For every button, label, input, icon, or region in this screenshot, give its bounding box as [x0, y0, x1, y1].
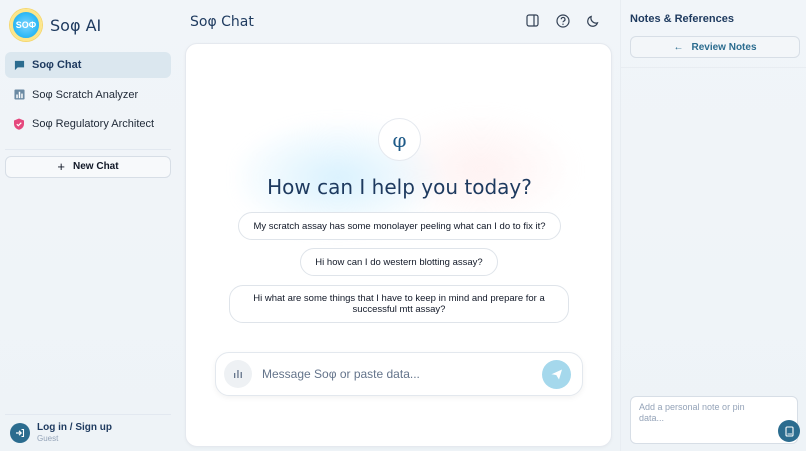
login-button[interactable]: Log in / Sign up Guest	[5, 414, 171, 451]
sidebar-item-label: Soφ Regulatory Architect	[32, 118, 155, 130]
greeting-heading: How can I help you today?	[267, 175, 532, 199]
send-icon	[550, 369, 562, 379]
send-button[interactable]	[542, 359, 571, 389]
notes-divider	[621, 67, 806, 68]
sidebar-item-label: Soφ Chat	[32, 59, 82, 71]
sidebar-divider	[5, 148, 171, 150]
audio-bars-icon	[234, 370, 242, 378]
suggestion-chip[interactable]: Hi how can I do western blotting assay?	[300, 248, 498, 276]
arrow-left-icon: ←	[673, 41, 684, 53]
suggestion-chip[interactable]: My scratch assay has some monolayer peel…	[238, 212, 561, 240]
brand-logo: SOΦ	[10, 9, 42, 41]
main-header: Soφ Chat	[190, 0, 610, 44]
review-notes-button[interactable]: ← Review Notes	[630, 36, 800, 58]
sidebar-item-scratch-analyzer[interactable]: Soφ Scratch Analyzer	[5, 82, 171, 108]
dark-mode-icon[interactable]	[586, 14, 600, 28]
message-composer	[215, 352, 583, 396]
chat-bubble-icon	[13, 59, 25, 71]
message-input[interactable]	[262, 367, 532, 381]
personal-note-input[interactable]	[631, 397, 797, 443]
user-status: Guest	[37, 434, 59, 443]
sidebar-item-regulatory-architect[interactable]: Soφ Regulatory Architect	[5, 111, 171, 137]
personal-note-box	[630, 396, 800, 444]
sidebar-item-label: Soφ Scratch Analyzer	[32, 88, 139, 101]
brand[interactable]: SOΦ Soφ AI	[0, 0, 176, 50]
new-chat-button[interactable]: + New Chat	[5, 155, 171, 178]
notes-title: Notes & References	[630, 13, 734, 25]
page-title: Soφ Chat	[190, 14, 254, 30]
plus-icon: +	[57, 159, 66, 174]
brand-name: Soφ AI	[50, 15, 102, 35]
phi-logo-icon: φ	[378, 118, 421, 161]
login-label: Log in / Sign up	[37, 422, 112, 433]
login-icon	[10, 423, 30, 443]
audio-input-button[interactable]	[224, 360, 252, 388]
sidebar-nav: Soφ Chat Soφ Scratch Analyzer Soφ Regula…	[0, 50, 176, 141]
notes-panel: Notes & References ← Review Notes	[620, 0, 806, 451]
bar-chart-icon	[13, 89, 25, 101]
help-icon[interactable]	[556, 14, 570, 28]
review-notes-label: Review Notes	[691, 41, 757, 53]
shield-icon	[13, 118, 25, 130]
book-icon	[784, 425, 794, 437]
chat-panel: φ How can I help you today? My scratch a…	[185, 43, 612, 447]
panel-toggle-icon[interactable]	[526, 14, 540, 28]
sidebar-item-soph-chat[interactable]: Soφ Chat	[5, 52, 171, 78]
save-note-button[interactable]	[778, 420, 800, 442]
sidebar: SOΦ Soφ AI Soφ Chat Soφ Scratch Analyzer	[0, 0, 176, 451]
new-chat-label: New Chat	[73, 161, 119, 172]
suggestion-chip[interactable]: Hi what are some things that I have to k…	[229, 285, 569, 323]
